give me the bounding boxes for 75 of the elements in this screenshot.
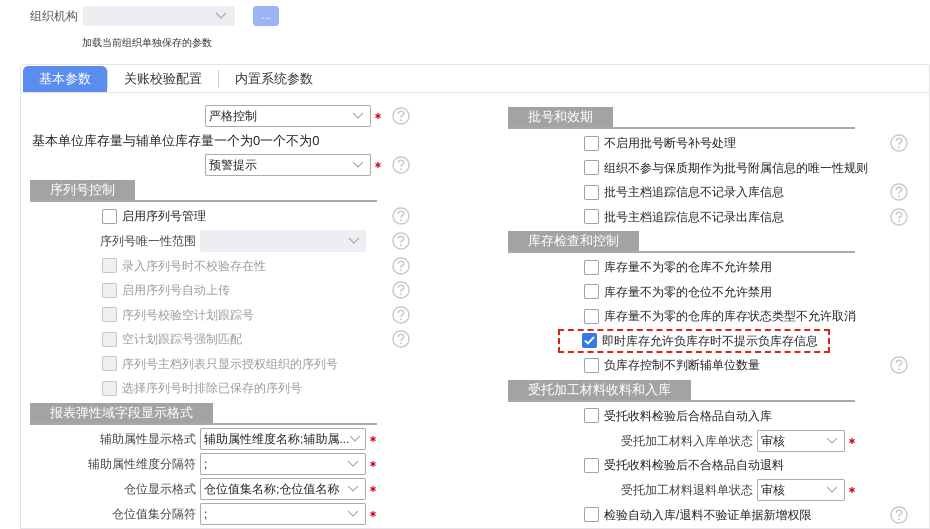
help-icon[interactable] <box>890 208 908 226</box>
help-icon[interactable] <box>890 356 908 374</box>
checkbox-label: 即时库存允许负库存时不提示负库存信息 <box>602 332 818 350</box>
help-icon[interactable] <box>890 183 908 202</box>
tab[interactable]: 关账校验配置 <box>108 66 218 92</box>
chevron-icon <box>826 436 838 444</box>
select-field[interactable]: 辅助属性维度名称;辅助属... <box>200 428 366 450</box>
select-field[interactable]: ; <box>200 453 366 475</box>
chevron-icon <box>348 237 360 245</box>
field-label: 辅助属性维度分隔符 <box>87 456 197 473</box>
section-header: 批号和效期 <box>508 107 613 127</box>
checkbox[interactable] <box>584 209 599 224</box>
field-label: 受托加工材料退料单状态 <box>620 482 754 499</box>
help-icon[interactable] <box>392 107 410 125</box>
help-icon[interactable] <box>890 134 908 152</box>
checkbox-label: 负库存控制不判断辅单位数量 <box>604 357 760 374</box>
checkbox[interactable] <box>584 184 599 200</box>
hint-text: 加载当前组织单独保存的参数 <box>82 36 212 51</box>
section-header: 序列号控制 <box>30 180 135 200</box>
field-label: 仓位显示格式 <box>123 481 197 498</box>
chevron-icon <box>347 460 359 468</box>
checkbox-label: 库存量不为零的仓库的库存状态类型不允许取消 <box>604 308 856 326</box>
help-icon[interactable] <box>890 506 908 524</box>
chevron-icon <box>215 12 227 20</box>
checkbox-label: 受托收料检验后合格品自动入库 <box>604 408 772 425</box>
chevron-icon <box>347 510 359 518</box>
help-icon[interactable] <box>392 207 410 226</box>
select-field[interactable]: 严格控制 <box>205 105 371 127</box>
checkbox-label: 不启用批号断号补号处理 <box>604 135 736 152</box>
checkbox[interactable] <box>584 284 599 300</box>
select-field[interactable]: 仓位值集名称;仓位值名称 <box>200 478 366 500</box>
checkbox[interactable] <box>584 358 599 373</box>
checkbox-label: 选择序列号时排除已保存的序列号 <box>122 380 302 398</box>
checkbox-label: 受托收料检验后不合格品自动退料 <box>604 457 784 474</box>
field-label: 辅助属性显示格式 <box>99 431 197 448</box>
checkbox-label: 组织不参与保质期作为批号附属信息的唯一性规则 <box>604 160 868 177</box>
select-field[interactable]: 审核 <box>757 430 845 452</box>
field-label: 仓位值集分隔符 <box>111 506 197 523</box>
field-label: 序列号唯一性范围 <box>99 233 197 250</box>
checkbox-label: 检验自动入库/退料不验证单据新增权限 <box>604 506 812 524</box>
checkbox-label: 录入序列号时不校验存在性 <box>122 258 266 275</box>
org-label: 组织机构 <box>30 8 79 25</box>
checkbox-label: 序列号校验空计划跟踪号 <box>122 306 254 324</box>
section-header: 受托加工材料收料和入库 <box>508 380 691 400</box>
help-icon[interactable] <box>392 156 410 174</box>
checkbox[interactable] <box>582 333 597 348</box>
field-label: 受托加工材料入库单状态 <box>620 432 754 450</box>
checkbox-label: 库存量不为零的仓位不允许禁用 <box>604 284 772 301</box>
chevron-icon <box>349 435 362 443</box>
select-field[interactable]: 审核 <box>757 479 845 501</box>
checkbox[interactable] <box>584 507 599 522</box>
checkbox-label: 批号主档追踪信息不记录入库信息 <box>604 184 784 202</box>
checkbox-label: 批号主档追踪信息不记录出库信息 <box>604 208 784 226</box>
checkbox-label: 空计划跟踪号强制匹配 <box>122 331 242 348</box>
checkbox[interactable] <box>584 136 599 151</box>
checkbox[interactable] <box>584 458 599 473</box>
select-field[interactable]: ; <box>200 503 366 525</box>
setting-label: 基本单位库存量与辅单位库存量一个为0一个不为0 <box>32 132 320 150</box>
chevron-icon <box>352 112 364 120</box>
checkbox-label: 启用序列号管理 <box>122 208 206 226</box>
checkbox-label: 库存量不为零的仓库不允许禁用 <box>604 259 772 276</box>
checkbox[interactable] <box>584 260 599 275</box>
section-header: 库存检查和控制 <box>508 231 639 251</box>
select-field[interactable]: 预警提示 <box>205 154 371 176</box>
chevron-icon <box>352 161 364 169</box>
chevron-icon <box>347 485 359 493</box>
checkbox[interactable] <box>584 408 599 424</box>
checkbox-label: 序列号主档列表只显示授权组织的序列号 <box>122 356 338 373</box>
checkbox[interactable] <box>584 308 599 324</box>
checkbox[interactable] <box>102 208 117 224</box>
section-header: 报表弹性域字段显示格式 <box>30 402 213 422</box>
checkbox-label: 启用序列号自动上传 <box>122 282 230 300</box>
tab[interactable]: 内置系统参数 <box>219 66 329 92</box>
checkbox[interactable] <box>584 160 599 176</box>
chevron-icon <box>826 486 838 494</box>
